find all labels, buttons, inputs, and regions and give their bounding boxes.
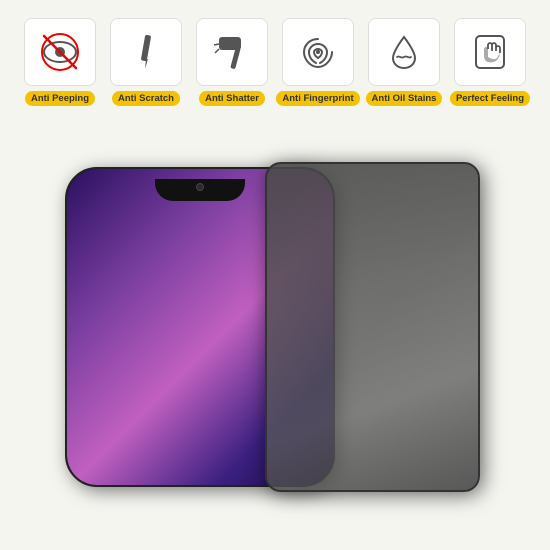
hammer-icon — [211, 31, 253, 73]
anti-peeping-label: Anti Peeping — [25, 91, 95, 106]
scratch-icon — [125, 31, 167, 73]
anti-oil-stains-label: Anti Oil Stains — [366, 91, 443, 106]
perfect-feeling-label: Perfect Feeling — [450, 91, 530, 106]
phone-section — [0, 114, 550, 550]
feature-anti-peeping: Anti Peeping — [19, 18, 101, 106]
eye-slash-icon — [39, 31, 81, 73]
phone-wrapper — [65, 157, 485, 497]
phone-side-button-left-2 — [65, 284, 67, 319]
screen-protector — [265, 162, 480, 492]
anti-scratch-icon-box — [110, 18, 182, 86]
perfect-feeling-icon-box — [454, 18, 526, 86]
feature-anti-scratch: Anti Scratch — [105, 18, 187, 106]
feature-anti-shatter: Anti Shatter — [191, 18, 273, 106]
phone-side-button-left-3 — [65, 329, 67, 364]
screen-protector-inner — [267, 164, 478, 490]
phone-side-button-left-1 — [65, 239, 67, 274]
anti-scratch-label: Anti Scratch — [112, 91, 180, 106]
drop-icon — [383, 31, 425, 73]
anti-shatter-icon-box — [196, 18, 268, 86]
features-row: Anti Peeping Anti Scratch Anti Sha — [0, 0, 550, 114]
feature-anti-fingerprint: Anti Fingerprint — [277, 18, 359, 106]
anti-oil-stains-icon-box — [368, 18, 440, 86]
anti-shatter-label: Anti Shatter — [199, 91, 265, 106]
anti-fingerprint-label: Anti Fingerprint — [276, 91, 359, 106]
fingerprint-icon — [297, 31, 339, 73]
feature-anti-oil-stains: Anti Oil Stains — [363, 18, 445, 106]
anti-peeping-icon-box — [24, 18, 96, 86]
feature-perfect-feeling: Perfect Feeling — [449, 18, 531, 106]
phone-camera — [196, 183, 204, 191]
anti-fingerprint-icon-box — [282, 18, 354, 86]
touch-icon — [469, 31, 511, 73]
